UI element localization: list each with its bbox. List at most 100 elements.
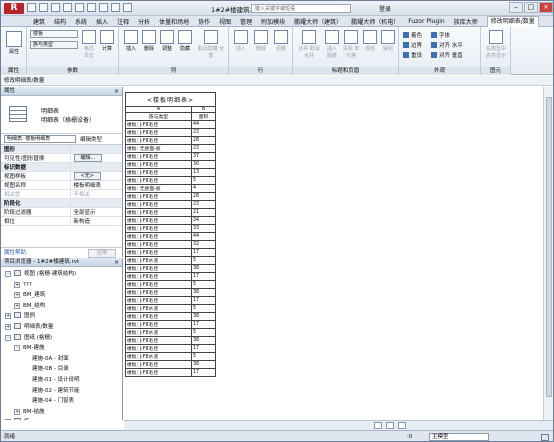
- browser-item[interactable]: 建施-04 - 门窗表: [1, 396, 122, 407]
- column-header-family-type[interactable]: 族与类型: [125, 112, 192, 121]
- tab-7[interactable]: 协作: [198, 17, 210, 26]
- schedule-cell-type[interactable]: 楼板: J-F8毛坯: [125, 120, 192, 129]
- schedule-cell-area[interactable]: 17: [191, 320, 216, 329]
- schedule-cell-type[interactable]: 楼板: J-F8毛坯: [125, 360, 192, 369]
- property-value[interactable]: 编辑...: [69, 153, 122, 163]
- schedule-row[interactable]: 楼板: J-F8毛坯 28: [125, 192, 216, 201]
- schedule-row[interactable]: 楼板: J-F8毛坯 32: [125, 240, 216, 249]
- expand-icon[interactable]: +: [14, 302, 20, 309]
- schedule-row[interactable]: 楼板: J-F8水泥 5: [125, 328, 216, 337]
- schedule-row[interactable]: 楼板: J-F8毛坯 28: [125, 136, 216, 145]
- apply-button[interactable]: 应用: [87, 249, 116, 258]
- tab-4[interactable]: 注释: [117, 17, 129, 26]
- schedule-row[interactable]: 楼板: J-F8毛坯 17: [125, 320, 216, 329]
- schedule-row[interactable]: 楼板: J-F8毛坯 30: [125, 160, 216, 169]
- tab-6[interactable]: 体量和场地: [159, 17, 189, 26]
- schedule-cell-area[interactable]: 17: [191, 296, 216, 305]
- browser-item[interactable]: 建施-0B - 目录: [1, 364, 122, 375]
- schedule-cell-area[interactable]: 37: [191, 152, 216, 161]
- schedule-cell-area[interactable]: 5: [191, 280, 216, 289]
- measure-icon[interactable]: [87, 3, 96, 12]
- schedule-cell-area[interactable]: 17: [191, 272, 216, 281]
- property-value[interactable]: 新构造: [69, 216, 122, 226]
- model-selector[interactable]: 主模型: [429, 433, 489, 441]
- schedule-cell-area[interactable]: 34: [191, 216, 216, 225]
- tab-5[interactable]: 分析: [138, 17, 150, 26]
- expand-icon[interactable]: +: [5, 313, 11, 320]
- print-icon[interactable]: [75, 3, 84, 12]
- schedule-row[interactable]: 楼板: J-F8水泥 5: [125, 304, 216, 313]
- schedule-cell-type[interactable]: 楼板: 无屋面-板: [125, 144, 192, 153]
- reset-button[interactable]: 重设: [403, 51, 422, 59]
- expand-icon[interactable]: +: [14, 408, 20, 415]
- schedule-row[interactable]: 楼板: 无屋面-板 23: [125, 144, 216, 153]
- schedule-row[interactable]: 楼板: J-F8毛坯 17: [125, 296, 216, 305]
- format-unit-button[interactable]: 格式 单位: [81, 30, 97, 59]
- schedule-cell-type[interactable]: 楼板: J-F8毛坯: [125, 280, 192, 289]
- schedule-cell-area[interactable]: 32: [191, 240, 216, 249]
- column-header-area[interactable]: 面积: [191, 112, 216, 121]
- schedule-cell-area[interactable]: 28: [191, 192, 216, 201]
- schedule-cell-area[interactable]: 17: [191, 344, 216, 353]
- schedule-cell-area[interactable]: 21: [191, 208, 216, 217]
- schedule-row[interactable]: 楼板: J-F8毛坯 37: [125, 152, 216, 161]
- schedule-cell-type[interactable]: 楼板: J-F8水泥: [125, 256, 192, 265]
- calculate-button[interactable]: 计算: [99, 30, 115, 52]
- collapse-icon[interactable]: -: [5, 334, 11, 341]
- schedule-row[interactable]: 楼板: J-F8水泥 5: [125, 256, 216, 265]
- expand-icon[interactable]: +: [5, 419, 11, 420]
- search-input[interactable]: 键入关键字或短语: [251, 4, 351, 13]
- browser-item[interactable]: + BM_结构: [1, 301, 122, 312]
- schedule-cell-type[interactable]: 楼板: J-F8毛坯: [125, 344, 192, 353]
- insert-row-button[interactable]: 插入: [233, 30, 249, 52]
- schedule-cell-type[interactable]: 楼板: J-F8毛坯: [125, 272, 192, 281]
- open-icon[interactable]: [27, 3, 36, 12]
- borders-button[interactable]: 边界: [403, 41, 422, 49]
- schedule-cell-type[interactable]: 楼板: J-F8毛坯: [125, 208, 192, 217]
- align-vertical-button[interactable]: 对齐 垂直: [431, 51, 463, 59]
- schedule-row[interactable]: 楼板: J-F8毛坯 44: [125, 232, 216, 241]
- schedule-cell-area[interactable]: 33: [191, 224, 216, 233]
- schedule-row[interactable]: 楼板: J-F8毛坯 38: [125, 288, 216, 297]
- highlight-in-model-button[interactable]: 在模型中 高亮显示: [484, 30, 508, 59]
- 3d-view-icon[interactable]: [123, 3, 132, 12]
- save-icon[interactable]: [39, 3, 48, 12]
- schedule-cell-area[interactable]: 28: [191, 136, 216, 145]
- browser-item[interactable]: - 图纸 (格栅): [1, 333, 122, 344]
- schedule-cell-type[interactable]: 楼板: 无屋面-板: [125, 184, 192, 193]
- schedule-view[interactable]: <楼板明细表> A B 族与类型 面积 楼板: J-F8毛坯 44 楼板: J-F8…: [124, 87, 543, 420]
- maximize-button[interactable]: □: [524, 2, 538, 13]
- schedule-cell-area[interactable]: 23: [191, 128, 216, 137]
- tab-8[interactable]: 视图: [219, 17, 231, 26]
- schedule-row[interactable]: 楼板: J-F8毛坯 44: [125, 120, 216, 129]
- property-value[interactable]: 楼板明细表: [69, 180, 122, 190]
- schedule-row[interactable]: 楼板: J-F8毛坯 21: [125, 208, 216, 217]
- schedule-cell-type[interactable]: 楼板: J-F8毛坯: [125, 232, 192, 241]
- schedule-cell-area[interactable]: 13: [191, 168, 216, 177]
- parameter-combo-1[interactable]: 楼板: [30, 30, 78, 38]
- schedule-row[interactable]: 楼板: J-F8毛坯 17: [125, 248, 216, 257]
- tab-14[interactable]: 族库大师: [454, 17, 478, 26]
- schedule-cell-area[interactable]: 44: [191, 232, 216, 241]
- schedule-row[interactable]: 楼板: J-F8毛坯 38: [125, 312, 216, 321]
- resize-row-button[interactable]: 调整: [273, 30, 289, 52]
- schedule-cell-type[interactable]: 楼板: J-F8毛坯: [125, 224, 192, 233]
- schedule-cell-type[interactable]: 楼板: J-F8毛坯: [125, 216, 192, 225]
- schedule-cell-area[interactable]: 17: [191, 368, 216, 377]
- text-icon[interactable]: [111, 3, 120, 12]
- expand-icon[interactable]: +: [14, 281, 20, 288]
- delete-column-button[interactable]: 删除: [141, 30, 157, 52]
- schedule-row[interactable]: 楼板: J-F8毛坯 17: [125, 344, 216, 353]
- insert-column-button[interactable]: 插入: [123, 30, 139, 52]
- schedule-cell-area[interactable]: 5: [191, 256, 216, 265]
- schedule-cell-type[interactable]: 楼板: J-F8毛坯: [125, 176, 192, 185]
- schedule-cell-area[interactable]: 5: [191, 304, 216, 313]
- property-section[interactable]: 标识数据: [1, 162, 122, 172]
- schedule-row[interactable]: 楼板: J-F8毛坯 23: [125, 128, 216, 137]
- shading-button[interactable]: 着色: [403, 31, 422, 39]
- browser-item[interactable]: + BM-结施: [1, 407, 122, 418]
- schedule-cell-area[interactable]: 38: [191, 360, 216, 369]
- browser-item[interactable]: 建施-0A - 封面: [1, 354, 122, 365]
- resize-column-button[interactable]: 调整: [159, 30, 175, 52]
- edit-type-button[interactable]: 编辑类型: [80, 135, 102, 143]
